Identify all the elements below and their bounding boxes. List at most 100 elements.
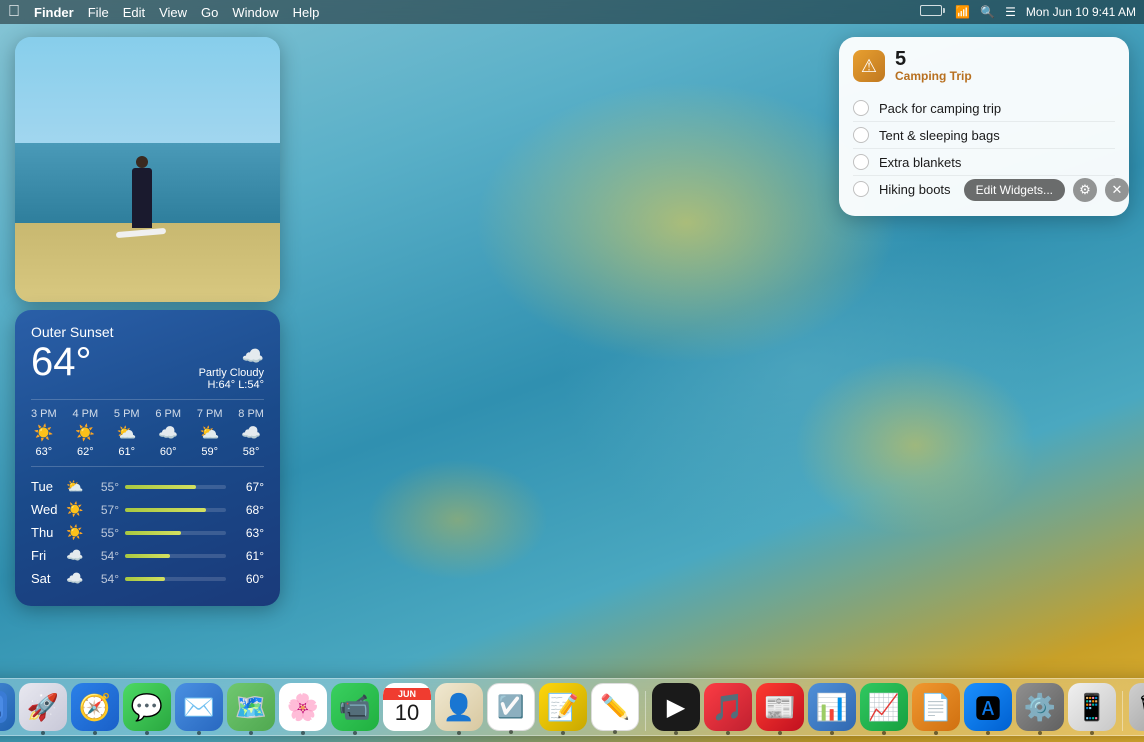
menu-file[interactable]: File bbox=[88, 5, 109, 20]
dock-launchpad[interactable]: 🚀 bbox=[19, 683, 67, 731]
widget-close-button[interactable]: ✕ bbox=[1105, 178, 1129, 202]
control-center-icon[interactable]: ☰ bbox=[1005, 5, 1016, 19]
reminders-title-block: 5 Camping Trip bbox=[895, 49, 972, 83]
dock-contacts[interactable]: 👤 bbox=[435, 683, 483, 731]
dock-reminders[interactable]: ☑️ bbox=[487, 683, 535, 731]
music-icon: 🎵 bbox=[712, 692, 744, 723]
weather-day-4: Fri ☁️ 54° 61° bbox=[31, 544, 264, 567]
reminders-list-name: Camping Trip bbox=[895, 69, 972, 83]
menubar-right: 📶 🔍 ☰ Mon Jun 10 9:41 AM bbox=[920, 5, 1136, 19]
dock-music[interactable]: 🎵 bbox=[704, 683, 752, 731]
menu-window[interactable]: Window bbox=[232, 5, 278, 20]
calendar-day: 10 bbox=[395, 700, 419, 726]
apple-menu[interactable]:  bbox=[8, 3, 20, 21]
calendar-content: JUN 10 bbox=[383, 683, 431, 731]
dock-numbers[interactable]: 📈 bbox=[860, 683, 908, 731]
weather-temperature: 64° bbox=[31, 342, 92, 382]
freeform-icon: ✏️ bbox=[600, 693, 630, 722]
weather-day-3: Thu ☀️ 55° 63° bbox=[31, 521, 264, 544]
weather-daily: Tue ⛅ 55° 67° Wed ☀️ 57° 68° Thu ☀️ 55° … bbox=[31, 466, 264, 590]
menubar:  Finder File Edit View Go Window Help 📶… bbox=[0, 0, 1144, 24]
dock: 🚀 🧭 💬 ✉️ 🗺️ 🌸 📹 JUN 10 👤 ☑️ 📝 ✏ bbox=[0, 678, 1144, 736]
menu-go[interactable]: Go bbox=[201, 5, 218, 20]
reminder-checkbox-3[interactable] bbox=[853, 154, 869, 170]
menu-edit[interactable]: Edit bbox=[123, 5, 145, 20]
weather-hour-3: 5 PM ⛅ 61° bbox=[114, 408, 140, 458]
search-icon[interactable]: 🔍 bbox=[980, 5, 995, 19]
dock-maps[interactable]: 🗺️ bbox=[227, 683, 275, 731]
photos-icon: 🌸 bbox=[287, 692, 319, 723]
weather-condition: Partly Cloudy bbox=[199, 367, 264, 379]
appletv-icon: ▶ bbox=[667, 693, 685, 722]
weather-widget: Outer Sunset 64° ☁️ Partly Cloudy H:64° … bbox=[15, 310, 280, 606]
dock-photos[interactable]: 🌸 bbox=[279, 683, 327, 731]
close-icon: ✕ bbox=[1112, 182, 1123, 198]
gear-icon: ⚙ bbox=[1079, 182, 1091, 198]
dock-notes[interactable]: 📝 bbox=[539, 683, 587, 731]
widget-settings-button[interactable]: ⚙ bbox=[1073, 178, 1097, 202]
reminders-count: 5 bbox=[895, 49, 972, 69]
dock-appstore[interactable]: 🅰 bbox=[964, 683, 1012, 731]
contacts-icon: 👤 bbox=[443, 692, 475, 723]
launchpad-icon: 🚀 bbox=[27, 692, 59, 723]
reminder-text-3: Extra blankets bbox=[879, 155, 961, 170]
numbers-icon: 📈 bbox=[868, 692, 900, 723]
dock-facetime[interactable]: 📹 bbox=[331, 683, 379, 731]
dock-iphone-mirroring[interactable]: 📱 bbox=[1068, 683, 1116, 731]
mail-icon: ✉️ bbox=[183, 692, 215, 723]
weather-hour-1: 3 PM ☀️ 63° bbox=[31, 408, 57, 458]
photo-widget bbox=[15, 37, 280, 302]
keynote-icon: 📊 bbox=[816, 692, 848, 723]
dock-system-settings[interactable]: ⚙️ bbox=[1016, 683, 1064, 731]
reminder-item-1[interactable]: Pack for camping trip bbox=[853, 95, 1115, 122]
menu-view[interactable]: View bbox=[159, 5, 187, 20]
weather-day-1: Tue ⛅ 55° 67° bbox=[31, 475, 264, 498]
edit-widgets-button[interactable]: Edit Widgets... bbox=[964, 179, 1065, 201]
reminders-icon: ☑️ bbox=[497, 694, 524, 720]
dock-calendar[interactable]: JUN 10 bbox=[383, 683, 431, 731]
photo-person bbox=[132, 168, 152, 228]
dock-keynote[interactable]: 📊 bbox=[808, 683, 856, 731]
weather-location: Outer Sunset bbox=[31, 324, 264, 340]
dock-appletv[interactable]: ▶ bbox=[652, 683, 700, 731]
reminder-checkbox-1[interactable] bbox=[853, 100, 869, 116]
dock-finder[interactable] bbox=[0, 683, 15, 731]
datetime[interactable]: Mon Jun 10 9:41 AM bbox=[1026, 5, 1136, 19]
menu-help[interactable]: Help bbox=[293, 5, 320, 20]
dock-news[interactable]: 📰 bbox=[756, 683, 804, 731]
weather-day-2: Wed ☀️ 57° 68° bbox=[31, 498, 264, 521]
reminder-item-2[interactable]: Tent & sleeping bags bbox=[853, 122, 1115, 149]
widget-controls: Edit Widgets... ⚙ ✕ bbox=[964, 178, 1129, 202]
iphone-icon: 📱 bbox=[1076, 692, 1108, 723]
pages-icon: 📄 bbox=[920, 692, 952, 723]
news-icon: 📰 bbox=[764, 692, 796, 723]
appstore-icon: 🅰 bbox=[975, 689, 1001, 726]
maps-icon: 🗺️ bbox=[235, 692, 267, 723]
dock-trash[interactable]: 🗑 bbox=[1129, 683, 1144, 731]
dock-pages[interactable]: 📄 bbox=[912, 683, 960, 731]
dock-divider-2 bbox=[1122, 691, 1123, 731]
facetime-icon: 📹 bbox=[339, 692, 371, 723]
dock-divider bbox=[645, 691, 646, 731]
reminder-checkbox-4[interactable] bbox=[853, 181, 869, 197]
reminder-item-3[interactable]: Extra blankets bbox=[853, 149, 1115, 176]
reminder-text-4: Hiking boots bbox=[879, 182, 951, 197]
notes-icon: 📝 bbox=[547, 692, 579, 723]
calendar-month: JUN bbox=[383, 688, 431, 700]
dock-messages[interactable]: 💬 bbox=[123, 683, 171, 731]
dock-freeform[interactable]: ✏️ bbox=[591, 683, 639, 731]
messages-icon: 💬 bbox=[131, 692, 163, 723]
reminder-text-1: Pack for camping trip bbox=[879, 101, 1001, 116]
dock-safari[interactable]: 🧭 bbox=[71, 683, 119, 731]
settings-icon: ⚙️ bbox=[1024, 692, 1056, 723]
reminder-checkbox-2[interactable] bbox=[853, 127, 869, 143]
reminder-text-2: Tent & sleeping bags bbox=[879, 128, 1000, 143]
weather-hour-5: 7 PM ⛅ 59° bbox=[197, 408, 223, 458]
menu-finder[interactable]: Finder bbox=[34, 5, 74, 20]
weather-sun-icon: ☁️ bbox=[199, 346, 264, 367]
safari-icon: 🧭 bbox=[79, 692, 111, 723]
weather-hour-6: 8 PM ☁️ 58° bbox=[238, 408, 264, 458]
reminders-header: ⚠ 5 Camping Trip bbox=[839, 37, 1129, 91]
weather-hour-2: 4 PM ☀️ 62° bbox=[72, 408, 98, 458]
dock-mail[interactable]: ✉️ bbox=[175, 683, 223, 731]
